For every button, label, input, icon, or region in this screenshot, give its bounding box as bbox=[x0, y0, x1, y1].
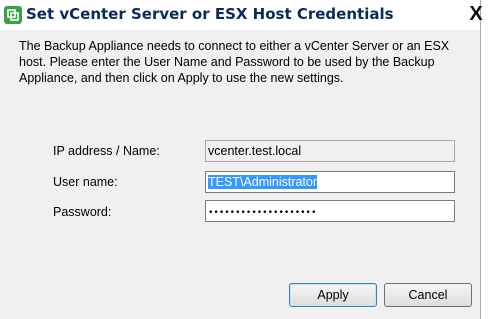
app-logo-icon bbox=[4, 6, 22, 24]
description-text: The Backup Appliance needs to connect to… bbox=[19, 39, 450, 85]
password-input[interactable]: •••••••••••••••••••• bbox=[205, 200, 455, 222]
ip-address-field: vcenter.test.local bbox=[205, 140, 455, 162]
cancel-button[interactable]: Cancel bbox=[384, 283, 472, 307]
username-label: User name: bbox=[53, 175, 118, 189]
ip-label: IP address / Name: bbox=[53, 144, 160, 158]
credentials-dialog: Set vCenter Server or ESX Host Credentia… bbox=[0, 0, 481, 319]
apply-button[interactable]: Apply bbox=[289, 283, 377, 307]
password-label: Password: bbox=[53, 205, 112, 219]
ip-address-value: vcenter.test.local bbox=[208, 144, 302, 158]
close-icon[interactable]: X bbox=[466, 3, 486, 25]
title-bar[interactable]: Set vCenter Server or ESX Host Credentia… bbox=[0, 0, 480, 30]
username-value: TEST\Administrator bbox=[208, 175, 318, 189]
username-input[interactable]: TEST\Administrator bbox=[205, 171, 455, 193]
window-edge bbox=[481, 0, 491, 319]
password-value: •••••••••••••••••••• bbox=[208, 208, 317, 218]
window-title: Set vCenter Server or ESX Host Credentia… bbox=[26, 5, 394, 23]
